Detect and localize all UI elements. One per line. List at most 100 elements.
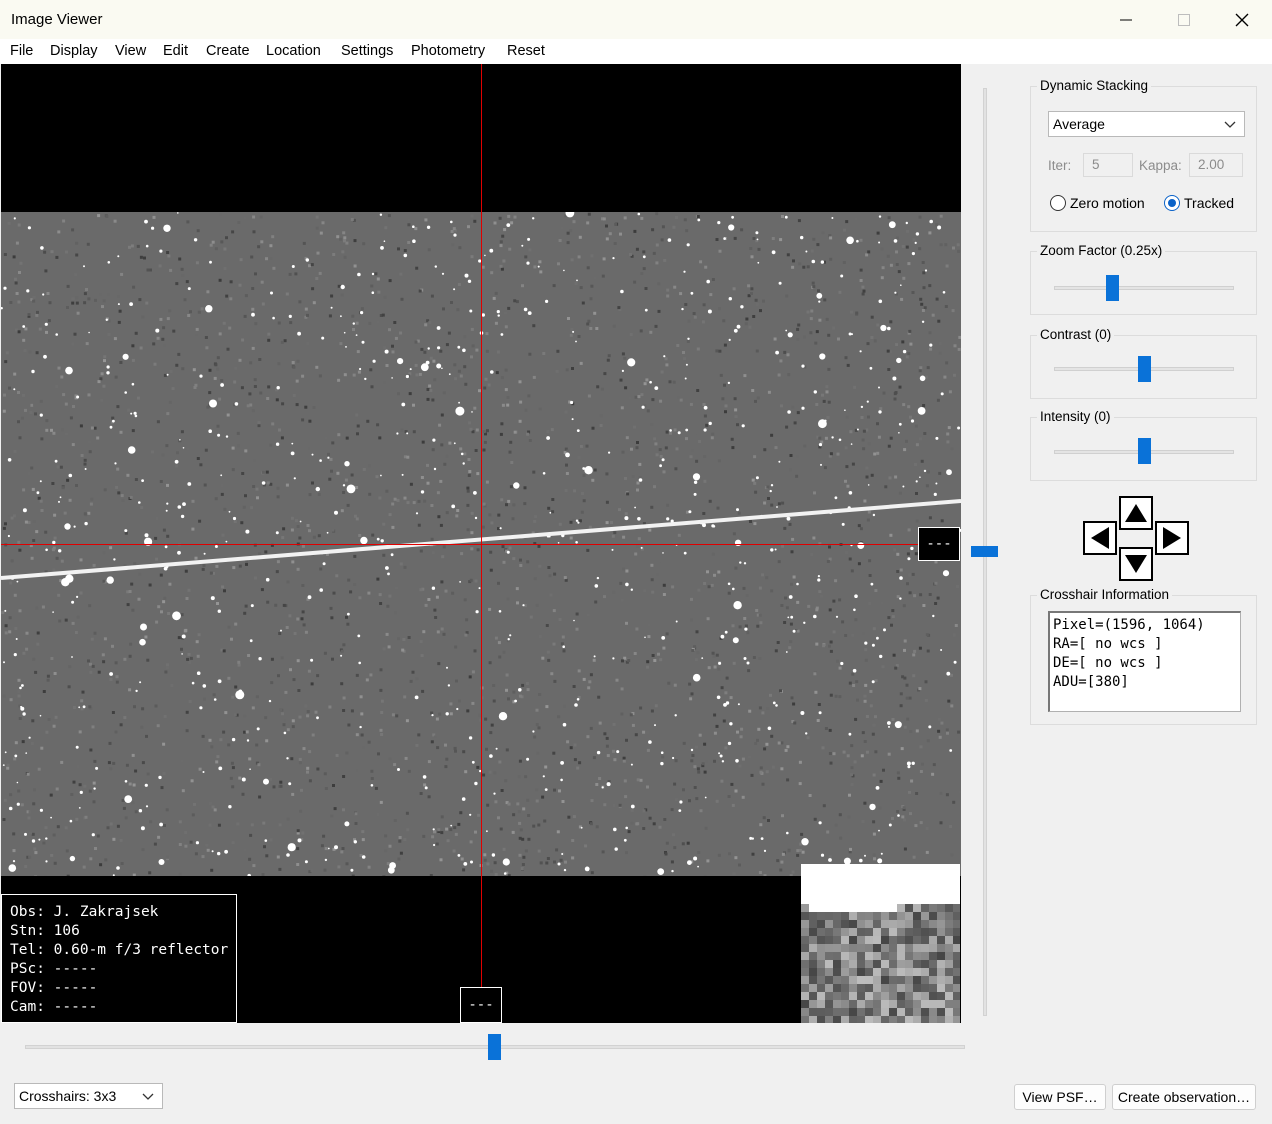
magnifier-pixel	[865, 896, 873, 904]
magnifier-pixel	[937, 904, 945, 912]
magnifier-pixel	[953, 1008, 960, 1016]
crosshairs-select[interactable]: Crosshairs: 3x3	[14, 1083, 163, 1109]
create-observation-button[interactable]: Create observation…	[1112, 1084, 1256, 1110]
magnifier-pixel	[905, 1008, 913, 1016]
magnifier-pixel	[809, 944, 817, 952]
zero-motion-radio[interactable]	[1050, 195, 1066, 211]
iter-input[interactable]: 5	[1083, 153, 1133, 177]
zoom-slider-thumb[interactable]	[1105, 275, 1119, 301]
magnifier-pixel	[937, 960, 945, 968]
pan-down-button[interactable]	[1119, 547, 1153, 581]
pan-right-button[interactable]	[1155, 521, 1189, 555]
magnifier-pixel	[921, 1000, 929, 1008]
magnifier-pixel	[929, 896, 937, 904]
menu-photometry[interactable]: Photometry	[411, 43, 485, 59]
menu-reset[interactable]: Reset	[507, 43, 545, 59]
magnifier-pixel	[849, 928, 857, 936]
stacking-method-select[interactable]: Average	[1048, 111, 1245, 137]
magnifier-pixel	[849, 880, 857, 888]
magnifier-pixel	[913, 992, 921, 1000]
magnifier-pixel	[817, 920, 825, 928]
close-button[interactable]	[1213, 0, 1271, 39]
magnifier-pixel	[841, 920, 849, 928]
magnifier-pixel	[817, 1008, 825, 1016]
magnifier-pixel	[825, 992, 833, 1000]
magnifier-pixel	[801, 912, 809, 920]
magnifier-pixel	[809, 872, 817, 880]
magnifier-pixel	[865, 912, 873, 920]
magnifier-pixel	[937, 992, 945, 1000]
crosshairs-select-value: Crosshairs: 3x3	[19, 1088, 117, 1104]
menu-settings[interactable]: Settings	[341, 43, 393, 59]
minimize-button[interactable]	[1097, 0, 1155, 39]
tracked-label[interactable]: Tracked	[1184, 195, 1234, 211]
magnifier-pixel	[833, 952, 841, 960]
magnifier-pixel	[921, 888, 929, 896]
magnifier-pixel	[865, 1016, 873, 1023]
view-psf-button[interactable]: View PSF…	[1014, 1084, 1106, 1110]
magnifier-pixel	[913, 864, 921, 872]
magnifier-pixel	[801, 936, 809, 944]
magnifier-pixel	[817, 912, 825, 920]
menu-bar: File Display View Edit Create Location S…	[0, 39, 1272, 64]
crosshair-info-text[interactable]: Pixel=(1596, 1064) RA=[ no wcs ] DE=[ no…	[1048, 611, 1241, 712]
magnifier-pixel	[849, 1008, 857, 1016]
maximize-button[interactable]	[1155, 0, 1213, 39]
magnifier-pixel	[929, 976, 937, 984]
magnifier-pixel	[873, 928, 881, 936]
magnifier-pixel	[913, 1008, 921, 1016]
magnifier-pixel	[945, 1000, 953, 1008]
magnifier-pixel	[945, 1008, 953, 1016]
magnifier-pixel	[913, 936, 921, 944]
magnifier-pixel	[937, 936, 945, 944]
magnifier-pixel	[929, 968, 937, 976]
pan-up-button[interactable]	[1119, 496, 1153, 530]
zero-motion-label[interactable]: Zero motion	[1070, 195, 1145, 211]
window-title: Image Viewer	[11, 11, 103, 28]
magnifier-pixel	[833, 920, 841, 928]
magnifier-pixel	[833, 904, 841, 912]
magnifier-pixel	[945, 904, 953, 912]
menu-location[interactable]: Location	[266, 43, 321, 59]
magnifier-pixel	[897, 864, 905, 872]
magnifier-pixel	[937, 872, 945, 880]
right-crosshair-marker: ---	[918, 527, 960, 561]
magnifier-pixel	[953, 904, 960, 912]
magnifier-pixel	[897, 976, 905, 984]
magnifier-pixel	[841, 1000, 849, 1008]
tracked-radio[interactable]	[1164, 195, 1180, 211]
magnifier-pixel	[913, 896, 921, 904]
magnifier-pixel	[873, 952, 881, 960]
menu-create[interactable]: Create	[206, 43, 250, 59]
intensity-slider-thumb[interactable]	[1137, 438, 1151, 464]
magnifier-pixel	[825, 864, 833, 872]
magnifier-pixel	[945, 872, 953, 880]
magnifier-pixel	[865, 952, 873, 960]
menu-file[interactable]: File	[10, 43, 33, 59]
magnifier-pixel	[897, 920, 905, 928]
zoom-slider[interactable]	[1054, 286, 1234, 290]
magnifier-pixel	[809, 1016, 817, 1023]
kappa-input[interactable]: 2.00	[1189, 153, 1243, 177]
menu-edit[interactable]: Edit	[163, 43, 188, 59]
menu-display[interactable]: Display	[50, 43, 98, 59]
magnifier-pixel	[889, 928, 897, 936]
horizontal-scroll-thumb[interactable]	[488, 1034, 501, 1060]
pan-left-button[interactable]	[1083, 521, 1117, 555]
magnifier-pixel	[809, 880, 817, 888]
magnifier-pixel	[825, 1008, 833, 1016]
image-viewer[interactable]: --- --- Obs: J. Zakrajsek Stn: 106 Tel: 0.…	[1, 64, 961, 1023]
magnifier-pixel	[913, 928, 921, 936]
magnifier-pixel	[897, 872, 905, 880]
magnifier-pixel	[945, 944, 953, 952]
contrast-slider-thumb[interactable]	[1137, 356, 1151, 382]
menu-view[interactable]: View	[115, 43, 146, 59]
magnifier-pixel	[865, 976, 873, 984]
magnifier-pixel	[801, 1016, 809, 1023]
magnifier-pixel	[825, 912, 833, 920]
magnifier-pixel	[857, 920, 865, 928]
magnifier-pixel	[953, 1016, 960, 1023]
magnifier-pixel	[921, 992, 929, 1000]
magnifier-pixel	[953, 976, 960, 984]
vertical-scroll-thumb[interactable]	[971, 546, 998, 557]
